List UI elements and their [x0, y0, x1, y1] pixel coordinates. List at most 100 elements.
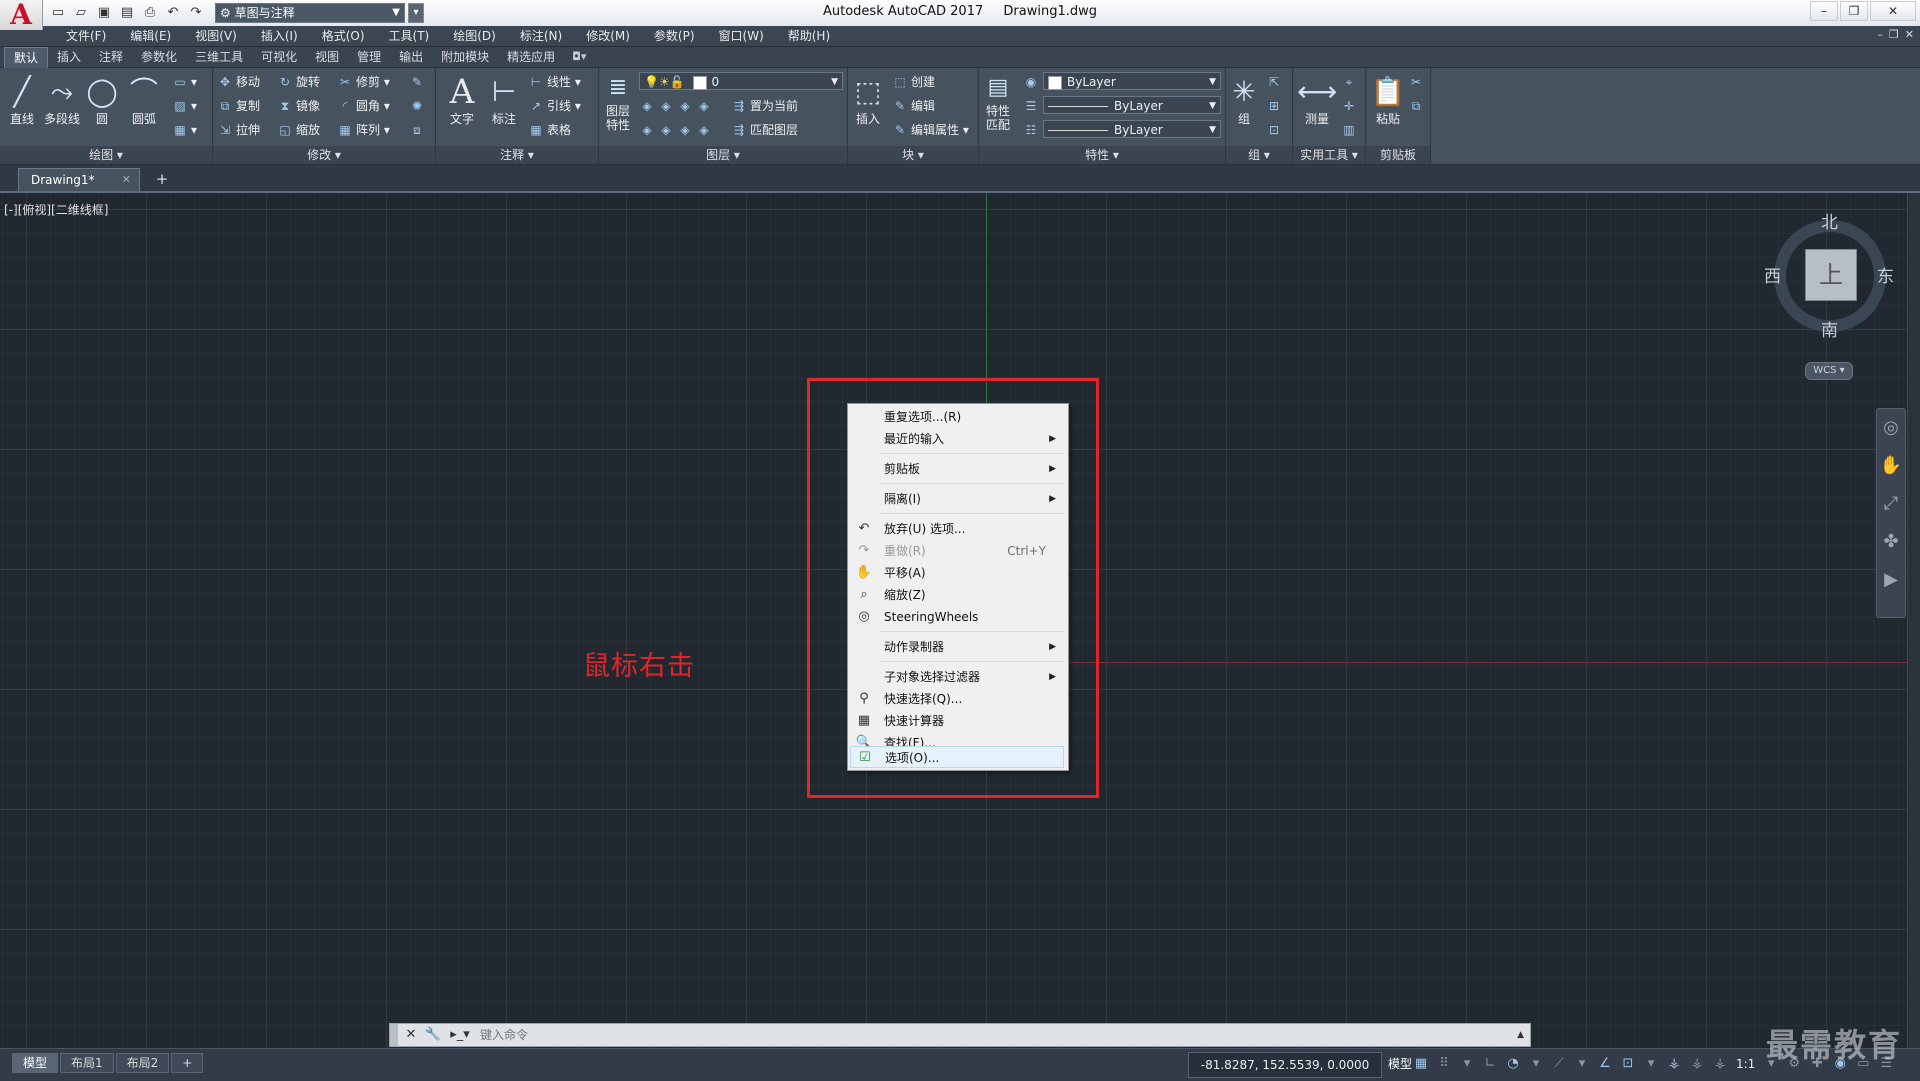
menu-item-steeringwheels[interactable]: ◎ SteeringWheels [850, 606, 1064, 628]
tab-insert[interactable]: 插入 [48, 47, 90, 67]
tab-annotate[interactable]: 注释 [90, 47, 132, 67]
command-line-grip[interactable] [390, 1024, 398, 1046]
edit-attributes-button[interactable]: ✎ 编辑属性 ▾ [892, 120, 969, 140]
utilities-panel-title[interactable]: 实用工具 ▾ [1293, 146, 1365, 164]
fillet-button[interactable]: ◜ 圆角 ▾ [337, 96, 390, 116]
hatch-tool-icon[interactable]: ▨ ▾ [172, 96, 197, 116]
tab-addins[interactable]: 附加模块 [432, 47, 498, 67]
ribbon-display-toggle-icon[interactable]: ◘▾ [564, 47, 594, 67]
layer-tools-row1[interactable]: ◈ ◈ ◈ ◈ [639, 96, 715, 116]
menu-item-repeat[interactable]: 重复选项...(R) [850, 406, 1064, 428]
command-prompt-icon[interactable]: ▸_▾ [446, 1026, 474, 1044]
object-snap-icon[interactable]: ⊡ [1619, 1053, 1637, 1075]
close-icon[interactable]: ✕ [402, 1026, 420, 1044]
set-current-button[interactable]: ⇶ 置为当前 [731, 96, 798, 116]
tab-view[interactable]: 视图 [306, 47, 348, 67]
draw-panel-title[interactable]: 绘图 ▾ [0, 146, 212, 164]
layer-properties-button[interactable]: ≣ 图层 特性 [601, 72, 635, 132]
rotate-button[interactable]: ↻ 旋转 [277, 72, 320, 92]
application-menu-button[interactable]: A [0, 0, 43, 30]
point-icon[interactable]: ✛ [1341, 96, 1360, 116]
layers-panel-title[interactable]: 图层 ▾ [599, 146, 847, 164]
viewport-controls[interactable]: [-][俯视][二维线框] [4, 201, 108, 218]
modify-panel-title[interactable]: 修改 ▾ [213, 146, 435, 164]
clipboard-panel-title[interactable]: 剪贴板 [1366, 146, 1430, 164]
menu-item-subobject-filter[interactable]: 子对象选择过滤器 ▶ [850, 666, 1064, 688]
orbit-icon[interactable]: ✤ [1877, 523, 1905, 561]
isodraft-icon[interactable]: ⟋ [1550, 1053, 1568, 1075]
menu-view[interactable]: 视图(V) [183, 26, 249, 46]
menu-item-quick-select[interactable]: ⚲ 快速选择(Q)... [850, 688, 1064, 710]
menu-insert[interactable]: 插入(I) [249, 26, 310, 46]
scale-button[interactable]: ◱ 缩放 [277, 120, 320, 140]
pan-icon[interactable]: ✋ [1877, 447, 1905, 485]
layer-tools-row2[interactable]: ◈ ◈ ◈ ◈ [639, 120, 715, 140]
polar-icon[interactable]: ◔ [1504, 1053, 1522, 1075]
group-edit-icon[interactable]: ⊞ [1266, 96, 1285, 116]
insert-block-button[interactable]: ⬚ 插入 [848, 72, 888, 126]
cut-icon[interactable]: ✂ [1408, 72, 1427, 92]
new-tab-button[interactable]: + [150, 169, 174, 189]
menu-item-options[interactable]: ☑ 选项(O)... [850, 746, 1064, 768]
copy-clip-icon[interactable]: ⧉ [1408, 96, 1427, 116]
auto-scale-icon[interactable]: ⚶ [1688, 1053, 1706, 1075]
doc-restore-button[interactable]: ❐ [1889, 28, 1899, 41]
wcs-menu-button[interactable]: WCS ▾ [1805, 362, 1853, 380]
copy-button[interactable]: ⧉ 复制 [217, 96, 260, 116]
trim-button[interactable]: ✂ 修剪 ▾ [337, 72, 390, 92]
file-tab-drawing1[interactable]: Drawing1* ✕ [18, 168, 140, 191]
vertical-scrollbar[interactable] [1907, 193, 1920, 1048]
layout-tab-model[interactable]: 模型 [12, 1053, 59, 1073]
menu-item-pan[interactable]: ✋ 平移(A) [850, 562, 1064, 584]
color-dropdown[interactable]: ByLayer ▼ [1043, 72, 1221, 90]
block-panel-title[interactable]: 块 ▾ [848, 146, 978, 164]
drawing-canvas[interactable]: [-][俯视][二维线框] 鼠标右击 重复选项...(R) 最近的输入 ▶ 剪贴板… [0, 193, 1908, 1048]
chevron-down-icon[interactable]: ▾ [1573, 1053, 1591, 1075]
group-button[interactable]: ✳ 组 [1226, 72, 1262, 126]
polyline-tool-button[interactable]: ⤳ 多段线 [42, 72, 82, 126]
showmotion-icon[interactable]: ▶ [1877, 561, 1905, 599]
ungroup-icon[interactable]: ⇱ [1266, 72, 1285, 92]
menu-item-recent-input[interactable]: 最近的输入 ▶ [850, 428, 1064, 450]
create-block-button[interactable]: ⬚ 创建 [892, 72, 935, 92]
menu-item-clipboard[interactable]: 剪贴板 ▶ [850, 458, 1064, 480]
array-button[interactable]: ▦ 阵列 ▾ [337, 120, 390, 140]
menu-file[interactable]: 文件(F) [54, 26, 118, 46]
doc-minimize-button[interactable]: – [1877, 28, 1883, 41]
tab-default[interactable]: 默认 [4, 47, 49, 68]
properties-panel-title[interactable]: 特性 ▾ [979, 146, 1225, 164]
compass-west[interactable]: 西 [1764, 262, 1781, 287]
layer-dropdown[interactable]: 💡☀🔓 0 ▼ [639, 72, 843, 90]
linear-dimension-button[interactable]: ⊢ 线性 ▾ [528, 72, 581, 92]
tab-output[interactable]: 输出 [390, 47, 432, 67]
coordinate-readout[interactable]: -81.8287, 152.5539, 0.0000 [1188, 1052, 1382, 1078]
object-snap-tracking-icon[interactable]: ∠ [1596, 1053, 1614, 1075]
compass-east[interactable]: 东 [1877, 262, 1894, 287]
text-tool-button[interactable]: A 文字 [442, 72, 482, 126]
mirror-button[interactable]: ⧗ 镜像 [277, 96, 320, 116]
close-button[interactable]: ✕ [1870, 1, 1916, 21]
tab-manage[interactable]: 管理 [348, 47, 390, 67]
calculator-icon[interactable]: ▥ [1341, 120, 1360, 140]
menu-item-quick-calc[interactable]: ▦ 快速计算器 [850, 710, 1064, 732]
snap-icon[interactable]: ⠿ [1435, 1053, 1453, 1075]
tab-visualize[interactable]: 可视化 [252, 47, 306, 67]
chevron-up-icon[interactable]: ▲ [1517, 1026, 1524, 1044]
menu-edit[interactable]: 编辑(E) [118, 26, 183, 46]
viewcube-top-face[interactable]: 上 [1805, 249, 1857, 301]
zoom-extents-icon[interactable]: ⤢ [1877, 485, 1905, 523]
menu-format[interactable]: 格式(O) [310, 26, 377, 46]
rectangle-tool-icon[interactable]: ▭ ▾ [172, 72, 197, 92]
table-button[interactable]: ▦ 表格 [528, 120, 571, 140]
chevron-down-icon[interactable]: ▾ [1642, 1053, 1660, 1075]
circle-tool-button[interactable]: ◯ 圆 [82, 72, 122, 126]
menu-dimension[interactable]: 标注(N) [508, 26, 574, 46]
restore-button[interactable]: ❐ [1840, 1, 1868, 21]
add-layout-button[interactable]: + [171, 1053, 204, 1073]
minimize-button[interactable]: – [1810, 1, 1838, 21]
erase-icon[interactable]: ✎ [409, 72, 428, 92]
layout-tab-layout2[interactable]: 布局2 [115, 1053, 170, 1073]
close-tab-icon[interactable]: ✕ [122, 169, 131, 191]
dimension-tool-button[interactable]: ⊢ 标注 [484, 72, 524, 126]
match-layer-button[interactable]: ⇶ 匹配图层 [731, 120, 798, 140]
